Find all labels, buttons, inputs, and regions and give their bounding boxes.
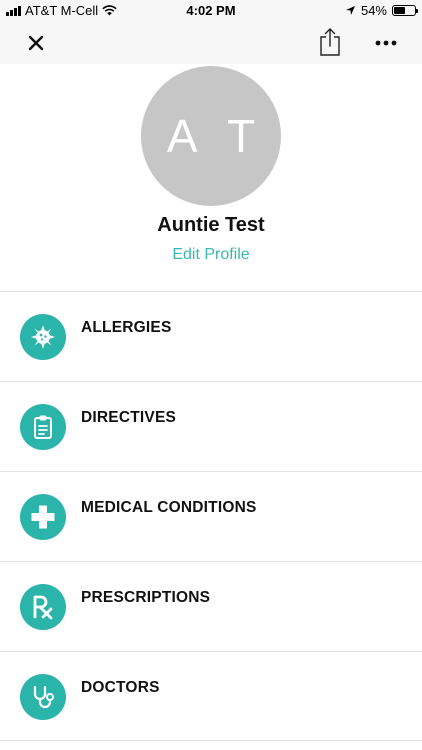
more-options-button[interactable] <box>370 28 402 58</box>
rx-icon <box>20 584 66 630</box>
menu-item-label: PRESCRIPTIONS <box>81 589 211 606</box>
menu-item-label: DIRECTIVES <box>81 409 177 426</box>
avatar: A T <box>141 66 281 206</box>
menu-item-allergies[interactable]: ALLERGIES <box>0 291 422 381</box>
status-bar: AT&T M-Cell 4:02 PM 54% <box>0 0 422 22</box>
menu-item-doctors[interactable]: DOCTORS <box>0 651 422 741</box>
top-toolbar <box>0 22 422 64</box>
menu-item-label: DOCTORS <box>81 679 160 696</box>
health-menu: ALLERGIES DIRECTIVES MEDICAL CONDITIONS … <box>0 291 422 741</box>
clipboard-icon <box>20 404 66 450</box>
location-arrow-icon <box>345 6 355 15</box>
stethoscope-icon <box>20 674 66 720</box>
menu-item-label: MEDICAL CONDITIONS <box>81 499 257 516</box>
edit-profile-link[interactable]: Edit Profile <box>0 246 422 264</box>
menu-item-label: ALLERGIES <box>81 319 172 336</box>
share-icon <box>320 28 340 56</box>
share-button[interactable] <box>316 25 344 59</box>
battery-icon <box>392 5 418 16</box>
menu-item-prescriptions[interactable]: PRESCRIPTIONS <box>0 561 422 651</box>
menu-item-medical-conditions[interactable]: MEDICAL CONDITIONS <box>0 471 422 561</box>
medical-cross-icon <box>20 494 66 540</box>
status-right: 54% <box>345 3 418 18</box>
close-icon <box>28 35 44 51</box>
profile-name: Auntie Test <box>157 214 265 236</box>
profile-header: A T Auntie Test Edit Profile <box>0 64 422 292</box>
close-button[interactable] <box>22 28 50 58</box>
allergy-icon <box>20 314 66 360</box>
battery-percent: 54% <box>360 3 387 18</box>
more-icon <box>375 40 397 46</box>
menu-item-directives[interactable]: DIRECTIVES <box>0 381 422 471</box>
